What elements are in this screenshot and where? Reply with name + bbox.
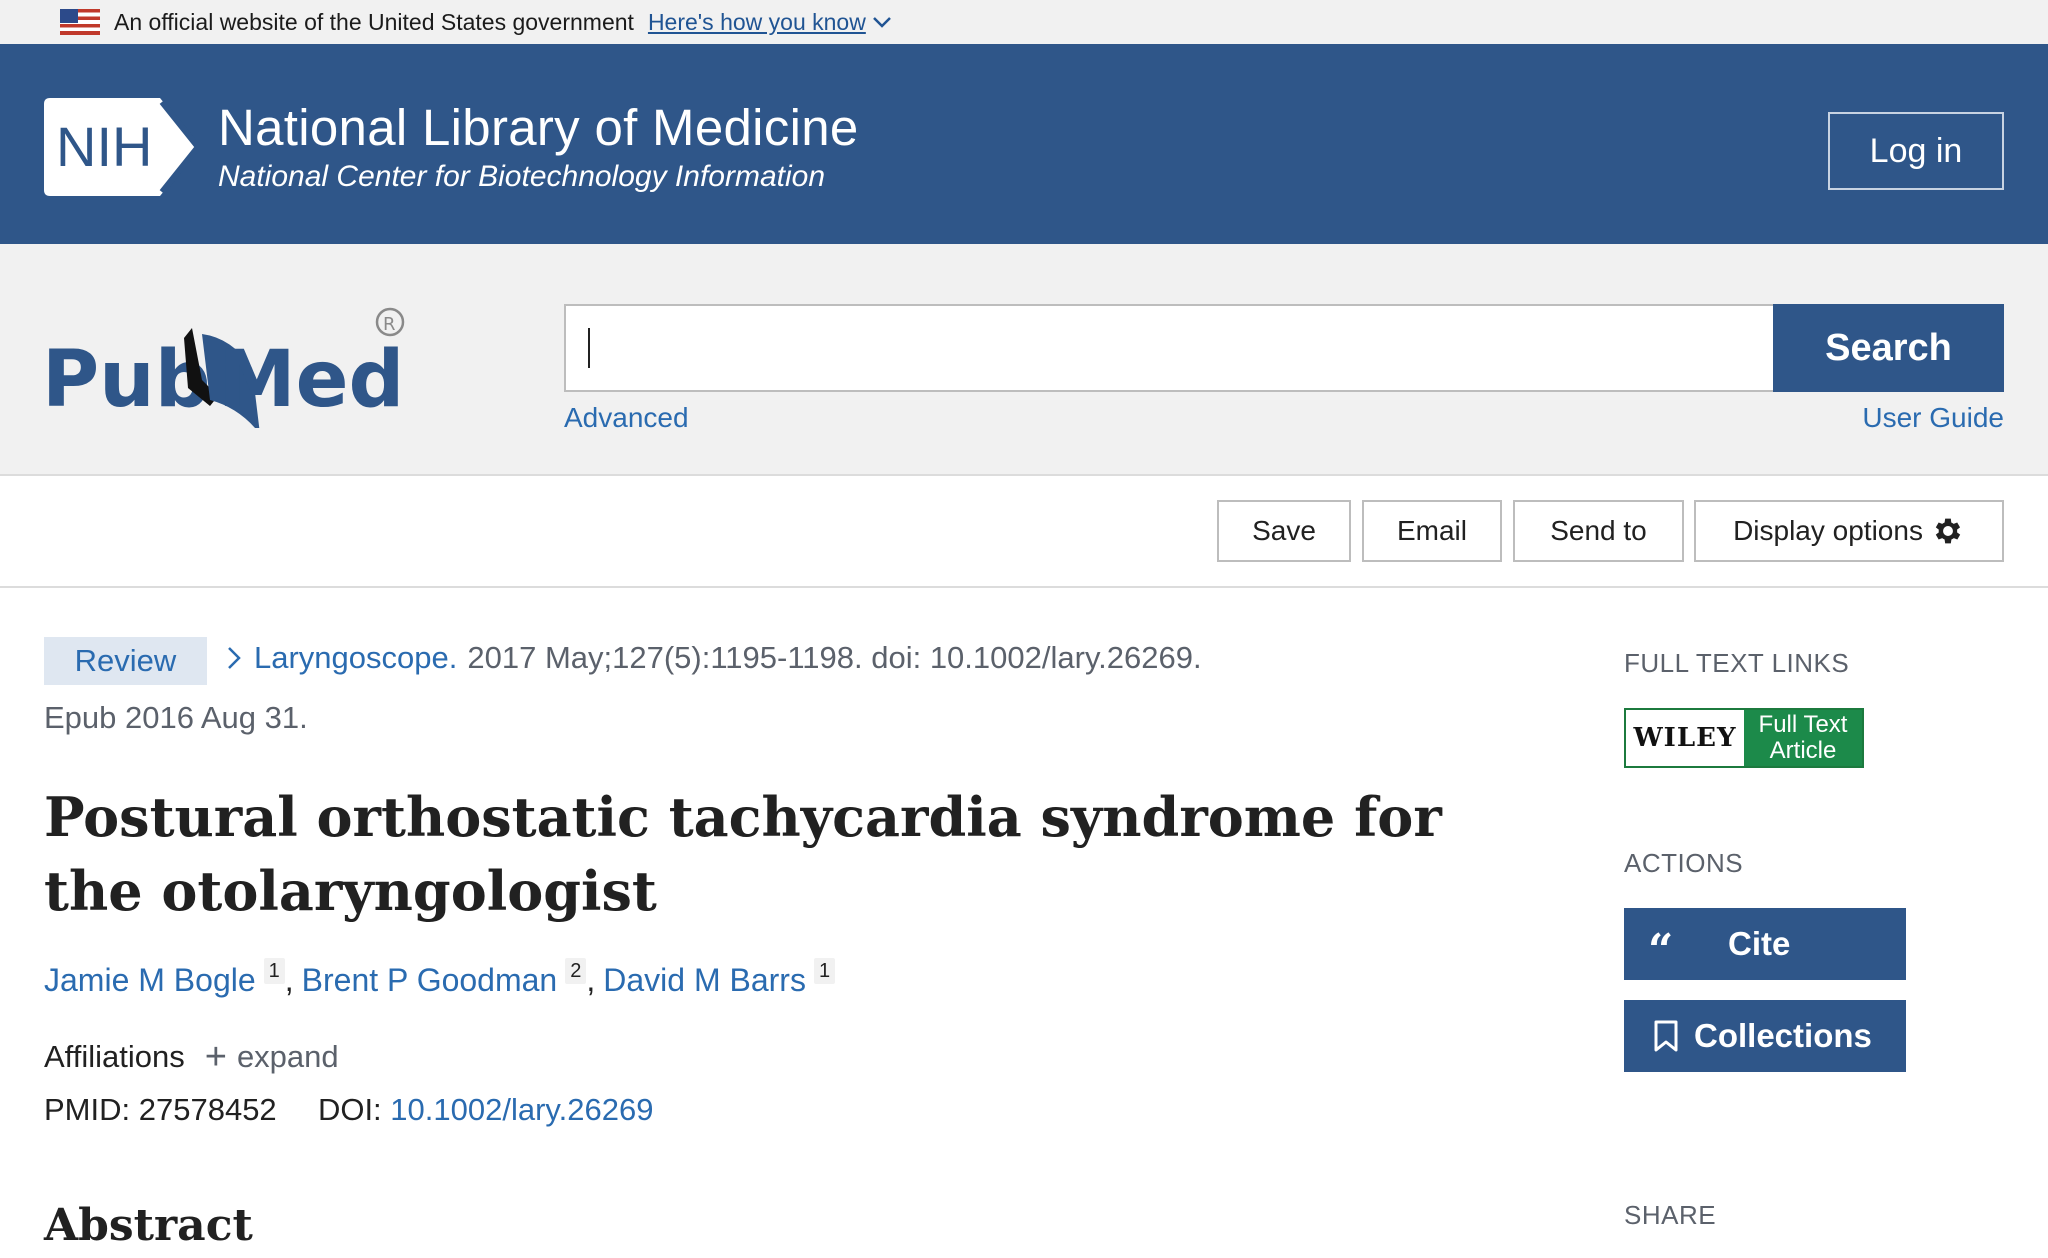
review-tag[interactable]: Review (44, 637, 207, 685)
wiley-line-1: Full Text (1758, 711, 1848, 738)
nih-header: NIH National Library of Medicine Nationa… (0, 44, 2048, 244)
affiliations-row: Affiliations + expand (44, 1038, 339, 1076)
bookmark-icon (1654, 1020, 1678, 1052)
collections-button[interactable]: Collections (1624, 1000, 1906, 1072)
email-button[interactable]: Email (1362, 500, 1502, 562)
author-separator: , (284, 962, 294, 998)
us-flag-icon (60, 9, 100, 35)
full-text-links-heading: FULL TEXT LINKS (1624, 648, 1850, 678)
affiliations-label: Affiliations (44, 1039, 185, 1074)
wiley-full-text-link[interactable]: WILEY Full Text Article (1624, 708, 1864, 768)
search-button[interactable]: Search (1773, 304, 2004, 392)
search-area: Pub Med R Search Advanced User Guide (0, 244, 2048, 476)
nih-badge-icon: NIH (44, 98, 200, 196)
wiley-logo: WILEY (1626, 710, 1744, 766)
chevron-down-icon (872, 17, 891, 28)
share-heading: SHARE (1624, 1200, 1717, 1230)
display-options-button[interactable]: Display options (1694, 500, 2004, 562)
text-caret (588, 328, 590, 368)
article-title: Postural orthostatic tachycardia syndrom… (44, 785, 1442, 923)
pmid-value: 27578452 (138, 1092, 277, 1127)
login-button[interactable]: Log in (1828, 112, 2004, 190)
expand-affiliations-button[interactable]: + expand (205, 1038, 339, 1076)
svg-text:Med: Med (218, 335, 404, 425)
journal-link[interactable]: Laryngoscope. (254, 640, 457, 676)
wiley-line-2: Article (1769, 737, 1837, 764)
user-guide-link[interactable]: User Guide (1862, 402, 2004, 434)
send-to-button[interactable]: Send to (1513, 500, 1684, 562)
gov-banner-text: An official website of the United States… (114, 8, 634, 35)
gear-icon (1935, 518, 1961, 544)
author-link[interactable]: David M Barrs (603, 962, 806, 999)
search-input[interactable] (564, 304, 1774, 392)
chevron-right-icon (228, 647, 241, 669)
author-list: Jamie M Bogle 1 , Brent P Goodman 2 , Da… (44, 958, 836, 999)
affiliation-number[interactable]: 1 (813, 958, 836, 984)
author-link[interactable]: Brent P Goodman (302, 962, 558, 999)
pubmed-logo[interactable]: Pub Med R (42, 288, 422, 428)
affiliation-number[interactable]: 2 (565, 958, 587, 984)
save-button[interactable]: Save (1217, 500, 1351, 562)
article-toolbar: Save Email Send to Display options (0, 476, 2048, 588)
epub-date: Epub 2016 Aug 31. (44, 700, 308, 735)
doi-link[interactable]: 10.1002/lary.26269 (390, 1092, 653, 1127)
author-link[interactable]: Jamie M Bogle (44, 962, 256, 999)
actions-heading: ACTIONS (1624, 848, 1744, 878)
citation-text: 2017 May;127(5):1195-1198. doi: 10.1002/… (467, 640, 1202, 675)
nih-logo[interactable]: NIH National Library of Medicine Nationa… (44, 98, 859, 196)
gov-banner: An official website of the United States… (0, 0, 2048, 44)
identifiers-row: PMID: 27578452 DOI: 10.1002/lary.26269 (44, 1092, 653, 1128)
quote-icon: “ (1648, 925, 1674, 976)
cite-label: Cite (1728, 925, 1791, 962)
advanced-search-link[interactable]: Advanced (564, 402, 689, 434)
display-options-label: Display options (1733, 515, 1923, 546)
citation-line: Laryngoscope. 2017 May;127(5):1195-1198.… (226, 640, 1202, 676)
collections-label: Collections (1694, 1017, 1872, 1054)
author-separator: , (586, 962, 596, 998)
plus-icon: + (204, 1036, 227, 1078)
svg-text:R: R (383, 314, 396, 335)
how-you-know-label: Here's how you know (647, 8, 866, 35)
expand-label: expand (236, 1039, 339, 1074)
how-you-know-link[interactable]: Here's how you know (648, 9, 892, 36)
affiliation-number[interactable]: 1 (263, 958, 285, 984)
doi-label: DOI: (317, 1092, 382, 1127)
pmid-label: PMID: (44, 1092, 131, 1127)
svg-text:NIH: NIH (56, 115, 152, 178)
nlm-title: National Library of Medicine (218, 98, 859, 156)
ncbi-subtitle: National Center for Biotechnology Inform… (218, 160, 826, 194)
abstract-heading: Abstract (44, 1200, 253, 1251)
cite-button[interactable]: “ Cite (1624, 908, 1906, 980)
